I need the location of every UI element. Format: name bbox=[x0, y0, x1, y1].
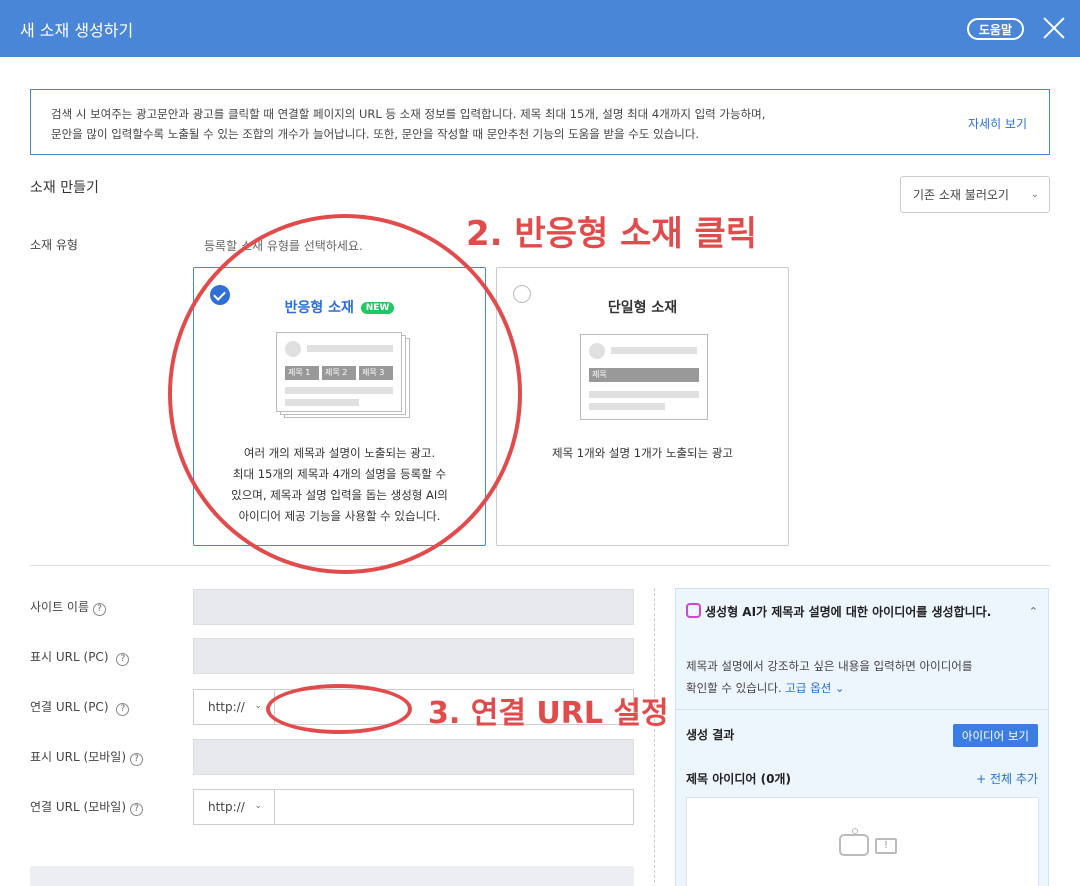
single-card-description: 제목 1개와 설명 1개가 노출되는 광고 bbox=[551, 446, 734, 460]
display-url-pc-label: 표시 URL (PC) ? bbox=[30, 648, 130, 666]
load-existing-label: 기존 소재 불러오기 bbox=[913, 188, 1009, 202]
notice-line-1: 검색 시 보여주는 광고문안과 광고를 클릭할 때 연결할 페이지의 URL 등… bbox=[51, 107, 766, 121]
notice-line-2: 문안을 많이 입력할수록 노출될 수 있는 조합의 개수가 늘어납니다. 또한,… bbox=[51, 127, 700, 141]
chevron-down-icon: ⌄ bbox=[254, 701, 262, 711]
display-url-pc-field[interactable] bbox=[193, 638, 634, 674]
preview-avatar bbox=[589, 343, 605, 359]
advanced-options-link[interactable]: 고급 옵션 ⌄ bbox=[785, 681, 844, 695]
learn-more-link[interactable]: 자세히 보기 bbox=[968, 114, 1027, 134]
ai-desc-line: 제목과 설명에서 강조하고 싶은 내용을 입력하면 아이디어를 bbox=[686, 659, 973, 673]
preview-chip-title: 제목 bbox=[589, 368, 699, 382]
title-ideas-label: 제목 아이디어 (0개) bbox=[686, 772, 791, 786]
annotation-step-2: 2. 반응형 소재 클릭 bbox=[466, 214, 758, 254]
preview-line bbox=[611, 347, 697, 354]
ai-panel-title: 생성형 AI가 제목과 설명에 대한 아이디어를 생성합니다. bbox=[686, 602, 1026, 623]
dialog-title: 새 소재 생성하기 bbox=[20, 20, 134, 40]
display-url-mobile-label: 표시 URL (모바일)? bbox=[30, 748, 143, 766]
help-icon[interactable]: ? bbox=[130, 753, 143, 766]
display-url-mobile-label-text: 표시 URL (모바일) bbox=[30, 750, 126, 764]
help-icon[interactable]: ? bbox=[93, 603, 107, 616]
chevron-down-icon: ⌄ bbox=[1030, 189, 1039, 200]
chevron-down-icon: ⌄ bbox=[254, 801, 262, 811]
annotation-step-3: 3. 연결 URL 설정 bbox=[428, 696, 669, 731]
robot-icon bbox=[839, 828, 869, 856]
result-label: 생성 결과 bbox=[686, 728, 735, 742]
help-icon[interactable]: ? bbox=[130, 803, 143, 816]
link-url-mobile-label: 연결 URL (모바일)? bbox=[30, 798, 143, 816]
ai-desc-text: 확인할 수 있습니다. bbox=[686, 681, 782, 695]
protocol-select-pc[interactable]: http:// ⌄ bbox=[193, 689, 275, 725]
ai-panel-title-text: 생성형 AI가 제목과 설명에 대한 아이디어를 생성합니다. bbox=[705, 605, 992, 619]
dialog-header: 새 소재 생성하기 도움말 bbox=[0, 0, 1080, 57]
single-preview: 제목 bbox=[580, 334, 708, 420]
close-icon[interactable] bbox=[1042, 16, 1066, 40]
preview-line bbox=[589, 403, 665, 410]
next-section-strip bbox=[30, 866, 634, 886]
link-url-pc-label: 연결 URL (PC) ? bbox=[30, 698, 130, 716]
ai-sparkle-icon bbox=[686, 603, 701, 618]
dashed-divider bbox=[654, 588, 655, 886]
protocol-value: http:// bbox=[208, 700, 245, 714]
chevron-up-icon[interactable]: ⌃ bbox=[1029, 605, 1038, 618]
ad-type-label: 소재 유형 bbox=[30, 238, 78, 252]
link-url-pc-label-text: 연결 URL (PC) bbox=[30, 700, 109, 714]
display-url-mobile-field[interactable] bbox=[193, 739, 634, 775]
link-url-mobile-input[interactable] bbox=[275, 789, 634, 825]
add-all-button[interactable]: + 전체 추가 bbox=[976, 770, 1038, 787]
site-name-field[interactable] bbox=[193, 589, 634, 625]
view-ideas-button[interactable]: 아이디어 보기 bbox=[952, 724, 1038, 747]
annotation-circle-responsive bbox=[168, 214, 522, 574]
link-url-mobile-label-text: 연결 URL (모바일) bbox=[30, 800, 126, 814]
annotation-circle-url bbox=[266, 684, 412, 734]
speech-bubble-icon: ! bbox=[875, 838, 897, 854]
info-notice: 검색 시 보여주는 광고문안과 광고를 클릭할 때 연결할 페이지의 URL 등… bbox=[30, 89, 1050, 155]
ideas-result-box: ! bbox=[686, 797, 1039, 886]
load-existing-button[interactable]: 기존 소재 불러오기 ⌄ bbox=[900, 176, 1050, 213]
section-title: 소재 만들기 bbox=[30, 180, 99, 196]
protocol-value: http:// bbox=[208, 800, 245, 814]
help-icon[interactable]: ? bbox=[116, 653, 130, 666]
notice-text: 검색 시 보여주는 광고문안과 광고를 클릭할 때 연결할 페이지의 URL 등… bbox=[51, 104, 931, 144]
site-name-label: 사이트 이름? bbox=[30, 598, 107, 616]
ai-desc-line: 확인할 수 있습니다. 고급 옵션 ⌄ bbox=[686, 677, 1041, 699]
ai-panel-divider bbox=[676, 709, 1048, 710]
display-url-pc-label-text: 표시 URL (PC) bbox=[30, 650, 109, 664]
preview-line bbox=[589, 391, 699, 398]
section-divider bbox=[30, 565, 1050, 566]
single-card-title: 단일형 소재 bbox=[607, 300, 678, 316]
protocol-select-mobile[interactable]: http:// ⌄ bbox=[193, 789, 275, 825]
help-icon[interactable]: ? bbox=[116, 703, 130, 716]
help-button[interactable]: 도움말 bbox=[966, 18, 1024, 40]
ai-panel-description: 제목과 설명에서 강조하고 싶은 내용을 입력하면 아이디어를 확인할 수 있습… bbox=[686, 655, 1041, 699]
single-ad-card[interactable]: 단일형 소재 제목 제목 1개와 설명 1개가 노출되는 광고 bbox=[496, 267, 789, 546]
ai-idea-panel: 생성형 AI가 제목과 설명에 대한 아이디어를 생성합니다. ⌃ 제목과 설명… bbox=[675, 588, 1049, 886]
site-name-label-text: 사이트 이름 bbox=[30, 600, 90, 614]
